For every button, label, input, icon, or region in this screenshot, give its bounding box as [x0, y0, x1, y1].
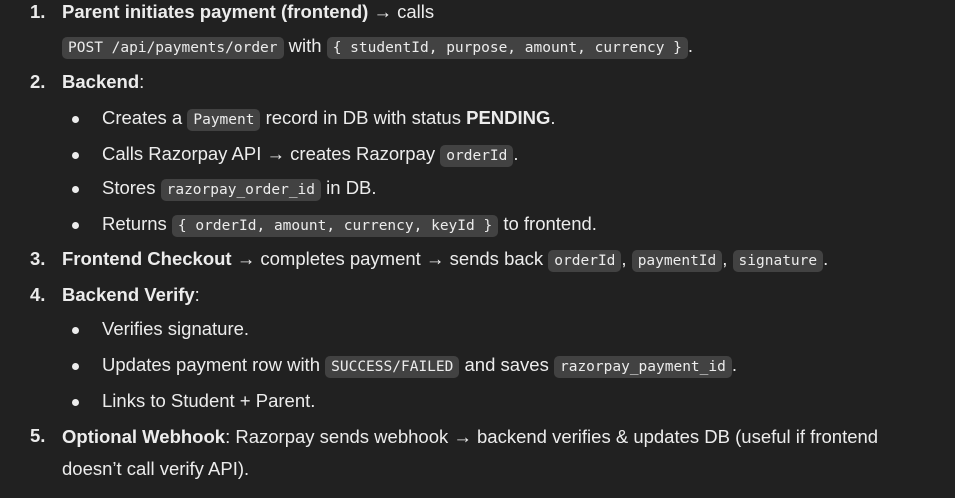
- step-5: 5. Optional Webhook: Razorpay sends webh…: [0, 421, 955, 485]
- step-4-line-1: Backend Verify:: [62, 280, 955, 310]
- step-number: 4.: [30, 284, 46, 305]
- step-2: 2. Backend:: [0, 67, 955, 97]
- step-5-line-1: Optional Webhook: Razorpay sends webhook…: [62, 421, 942, 485]
- bullet-icon: [72, 222, 79, 229]
- item-text: to frontend.: [498, 213, 597, 234]
- item-text: Verifies signature.: [102, 318, 250, 339]
- step-title: Frontend Checkout: [62, 248, 232, 269]
- document: 1. Parent initiates payment (frontend) →…: [0, 0, 955, 498]
- step-title: Backend Verify: [62, 284, 195, 305]
- list-item: Links to Student + Parent.: [62, 386, 315, 416]
- item-text: Stores: [102, 177, 161, 198]
- inline-code: razorpay_order_id: [160, 179, 322, 201]
- step-number: 3.: [30, 248, 46, 269]
- step-text: → calls: [368, 1, 435, 22]
- inline-code: { studentId, purpose, amount, currency }: [326, 37, 688, 59]
- step-text: with: [283, 35, 327, 56]
- item-text: and saves: [459, 354, 554, 375]
- item-text: .: [731, 354, 737, 375]
- list-item: Creates a Payment record in DB with stat…: [62, 103, 556, 135]
- inline-code: { orderId, amount, currency, keyId }: [171, 215, 499, 237]
- step-1-line-2: POST /api/payments/order with { studentI…: [62, 31, 955, 63]
- step-text: .: [823, 248, 829, 269]
- item-text: Calls Razorpay API → creates Razorpay: [102, 143, 441, 164]
- step-title: Parent initiates payment (frontend): [62, 1, 369, 22]
- inline-code: razorpay_payment_id: [553, 356, 732, 378]
- step-title: Backend: [62, 71, 140, 92]
- inline-code: orderId: [440, 145, 514, 167]
- step-text: ,: [722, 248, 733, 269]
- bullet-icon: [72, 327, 79, 334]
- item-text: .: [550, 107, 556, 128]
- list-item: Updates payment row with SUCCESS/FAILED …: [62, 350, 737, 382]
- item-text: Links to Student + Parent.: [102, 390, 316, 411]
- list-item: Stores razorpay_order_id in DB.: [62, 173, 377, 205]
- step-4: 4. Backend Verify:: [0, 280, 955, 310]
- list-item: Verifies signature.: [62, 314, 249, 344]
- step-number: 2.: [30, 71, 46, 92]
- inline-code: paymentId: [631, 250, 723, 272]
- bullet-icon: [72, 363, 79, 370]
- list-item: Calls Razorpay API → creates Razorpay or…: [62, 139, 519, 171]
- item-bold-text: PENDING: [466, 107, 551, 128]
- bullet-icon: [72, 152, 79, 159]
- inline-code: Payment: [187, 109, 261, 131]
- inline-code: orderId: [548, 250, 622, 272]
- step-text: .: [687, 35, 694, 56]
- item-text: Creates a: [102, 107, 188, 128]
- step-3: 3. Frontend Checkout → completes payment…: [0, 244, 955, 276]
- item-text: Returns: [102, 213, 172, 234]
- step-1-line-1: Parent initiates payment (frontend) → ca…: [62, 0, 955, 29]
- inline-code: SUCCESS/FAILED: [325, 356, 460, 378]
- step-text: ,: [621, 248, 632, 269]
- step-1: 1. Parent initiates payment (frontend) →…: [0, 0, 955, 63]
- step-2-line-1: Backend:: [62, 67, 955, 97]
- inline-code: signature: [732, 250, 824, 272]
- inline-code: POST /api/payments/order: [62, 37, 284, 59]
- item-text: record in DB with status: [260, 107, 467, 128]
- step-3-line-1: Frontend Checkout → completes payment → …: [62, 244, 955, 276]
- step-number: 1.: [30, 1, 46, 22]
- item-text: .: [513, 143, 519, 164]
- step-text: :: [194, 284, 200, 305]
- step-number: 5.: [30, 425, 46, 446]
- item-text: in DB.: [321, 177, 377, 198]
- step-title: Optional Webhook: [62, 426, 226, 447]
- bullet-icon: [72, 116, 79, 123]
- step-text: :: [139, 71, 145, 92]
- item-text: Updates payment row with: [102, 354, 326, 375]
- bullet-icon: [72, 399, 79, 406]
- bullet-icon: [72, 186, 79, 193]
- step-text: → completes payment → sends back: [231, 248, 549, 269]
- list-item: Returns { orderId, amount, currency, key…: [62, 209, 597, 241]
